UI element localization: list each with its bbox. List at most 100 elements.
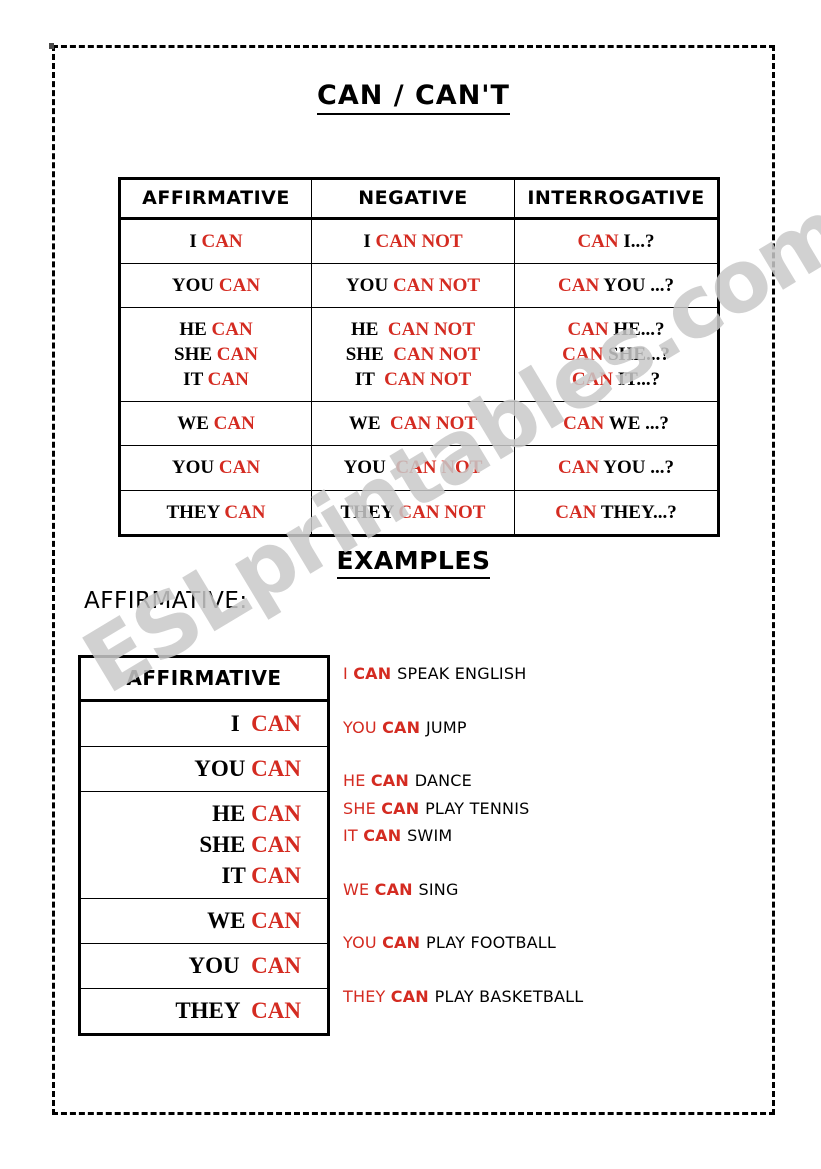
table-row: I CAN I CAN NOT CAN I...?	[119, 217, 719, 265]
modal-word: CAN NOT	[398, 501, 486, 523]
pronoun-word: YOU	[188, 953, 252, 979]
pronoun-word: HE	[179, 319, 212, 341]
scan-artifact-mark	[49, 43, 54, 49]
modal-word: CAN	[251, 908, 301, 934]
affirmative-table-header-row: AFFIRMATIVE	[79, 656, 329, 702]
example-modal: CAN	[363, 826, 408, 846]
pronoun-word: SHE...?	[608, 344, 670, 366]
column-header-affirmative: AFFIRMATIVE	[119, 178, 312, 220]
modal-word: CAN	[251, 953, 301, 979]
modal-word: CAN NOT	[393, 344, 481, 366]
modal-word: CAN	[555, 501, 601, 523]
cell-affirmative-form: THEY CAN	[79, 988, 329, 1036]
modal-word: CAN	[577, 231, 624, 252]
modal-word: CAN	[216, 344, 258, 366]
example-group: WE CAN SING	[343, 876, 743, 904]
pronoun-word: THEY	[340, 501, 399, 523]
modal-word: CAN NOT	[395, 457, 483, 479]
modal-word: CAN	[211, 319, 253, 341]
page-title-text: CAN / CAN'T	[317, 80, 510, 115]
cell-interrogative: CAN YOU ...?	[514, 263, 719, 309]
example-group: I CAN SPEAK ENGLISH	[343, 660, 743, 688]
modal-word: CAN	[207, 369, 249, 391]
pronoun-word: IT	[221, 863, 252, 889]
cell-interrogative: CAN YOU ...?	[514, 445, 719, 491]
table-row: YOU CAN YOU CAN NOT CAN YOU ...?	[119, 263, 719, 309]
example-sentence: YOU CAN JUMP	[343, 714, 743, 742]
pronoun-word: HE...?	[613, 319, 665, 341]
table-row: I CAN	[79, 699, 329, 748]
table-row: WE CAN WE CAN NOT CAN WE ...?	[119, 401, 719, 447]
modal-word: CAN	[567, 319, 614, 341]
table-row: THEY CAN	[79, 988, 329, 1036]
modal-word: CAN	[224, 501, 266, 523]
pronoun-word: YOU	[171, 275, 219, 297]
column-header-interrogative: INTERROGATIVE	[514, 178, 719, 220]
cell-interrogative: CAN WE ...?	[514, 401, 719, 447]
example-subject: SHE	[343, 798, 382, 818]
cell-negative: THEY CAN NOT	[311, 489, 515, 536]
modal-word: CAN NOT	[384, 369, 472, 391]
pronoun-word: I	[363, 231, 376, 252]
pronoun-word: WE	[348, 413, 391, 435]
example-modal: CAN	[390, 986, 435, 1006]
cell-affirmative-form: I CAN	[79, 699, 329, 748]
example-verb-phrase: SWIM	[407, 826, 453, 846]
modal-word: CAN	[251, 756, 301, 782]
example-group: YOU CAN PLAY FOOTBALL	[343, 929, 743, 957]
examples-heading-text: EXAMPLES	[336, 546, 491, 579]
modal-word: CAN	[218, 457, 261, 479]
cell-affirmative-form: HE CAN SHE CAN IT CAN	[79, 791, 329, 900]
pronoun-word: THEY...?	[600, 501, 677, 523]
modal-word: CAN	[201, 231, 243, 252]
cell-affirmative-form: WE CAN	[79, 898, 329, 945]
modal-word: CAN NOT	[375, 231, 463, 252]
can-conjugation-table: AFFIRMATIVE NEGATIVE INTERROGATIVE I CAN…	[118, 177, 720, 537]
cell-interrogative: CAN HE...? CAN SHE...? CAN IT...?	[514, 307, 719, 403]
example-subject: HE	[343, 771, 371, 791]
example-sentence: THEY CAN PLAY BASKETBALL	[343, 983, 743, 1011]
cell-affirmative: HE CAN SHE CAN IT CAN	[119, 307, 312, 403]
modal-word: CAN	[558, 275, 604, 297]
table-row: WE CAN	[79, 898, 329, 945]
column-header-negative: NEGATIVE	[311, 178, 515, 220]
cell-negative: YOU CAN NOT	[311, 445, 515, 491]
table-header-row: AFFIRMATIVE NEGATIVE INTERROGATIVE	[119, 178, 719, 220]
cell-affirmative-form: YOU CAN	[79, 943, 329, 990]
pronoun-word: WE	[207, 908, 252, 934]
cell-affirmative: I CAN	[119, 217, 312, 265]
cell-negative: I CAN NOT	[311, 217, 515, 265]
modal-word: CAN	[251, 832, 301, 858]
modal-word: CAN	[558, 457, 604, 479]
pronoun-word: YOU	[171, 457, 219, 479]
pronoun-word: THEY	[175, 998, 252, 1024]
example-sentence: IT CAN SWIM	[343, 822, 743, 850]
modal-word: CAN NOT	[390, 413, 478, 435]
modal-word: CAN	[251, 998, 301, 1024]
pronoun-word: SHE	[345, 344, 394, 366]
table-row: HE CAN SHE CAN IT CAN HE CAN NOT SHE CAN NOT…	[119, 307, 719, 403]
example-modal: CAN	[382, 933, 426, 953]
table-body: I CAN I CAN NOT CAN I...? YOU CAN YOU CAN NO…	[119, 217, 719, 536]
example-modal: CAN	[353, 664, 398, 683]
modal-word: CAN NOT	[392, 275, 481, 297]
example-sentence: I CAN SPEAK ENGLISH	[343, 660, 743, 688]
pronoun-word: IT...?	[617, 369, 661, 391]
cell-affirmative: WE CAN	[119, 401, 312, 447]
pronoun-word: WE	[177, 413, 214, 435]
worksheet-page: ESLprintables.com CAN / CAN'T AFFIRMATIV…	[0, 0, 821, 1169]
pronoun-word: SHE	[174, 344, 217, 366]
cell-interrogative: CAN I...?	[514, 217, 719, 265]
example-verb-phrase: JUMP	[425, 717, 467, 737]
example-sentence: SHE CAN PLAY TENNIS	[343, 795, 743, 823]
example-sentence: HE CAN DANCE	[343, 767, 743, 795]
example-group: YOU CAN JUMP	[343, 714, 743, 742]
example-subject: YOU	[343, 717, 383, 737]
example-verb-phrase: PLAY BASKETBALL	[434, 986, 584, 1006]
affirmative-examples-table: AFFIRMATIVE I CAN YOU CAN HE CAN SHE CAN IT …	[78, 655, 330, 1037]
example-group: HE CAN DANCE SHE CAN PLAY TENNIS IT CAN SW…	[343, 767, 743, 850]
example-subject: YOU	[343, 933, 383, 953]
table-row: YOU CAN YOU CAN NOT CAN YOU ...?	[119, 445, 719, 491]
pronoun-word: IT	[183, 369, 208, 391]
pronoun-word: HE	[350, 319, 388, 341]
